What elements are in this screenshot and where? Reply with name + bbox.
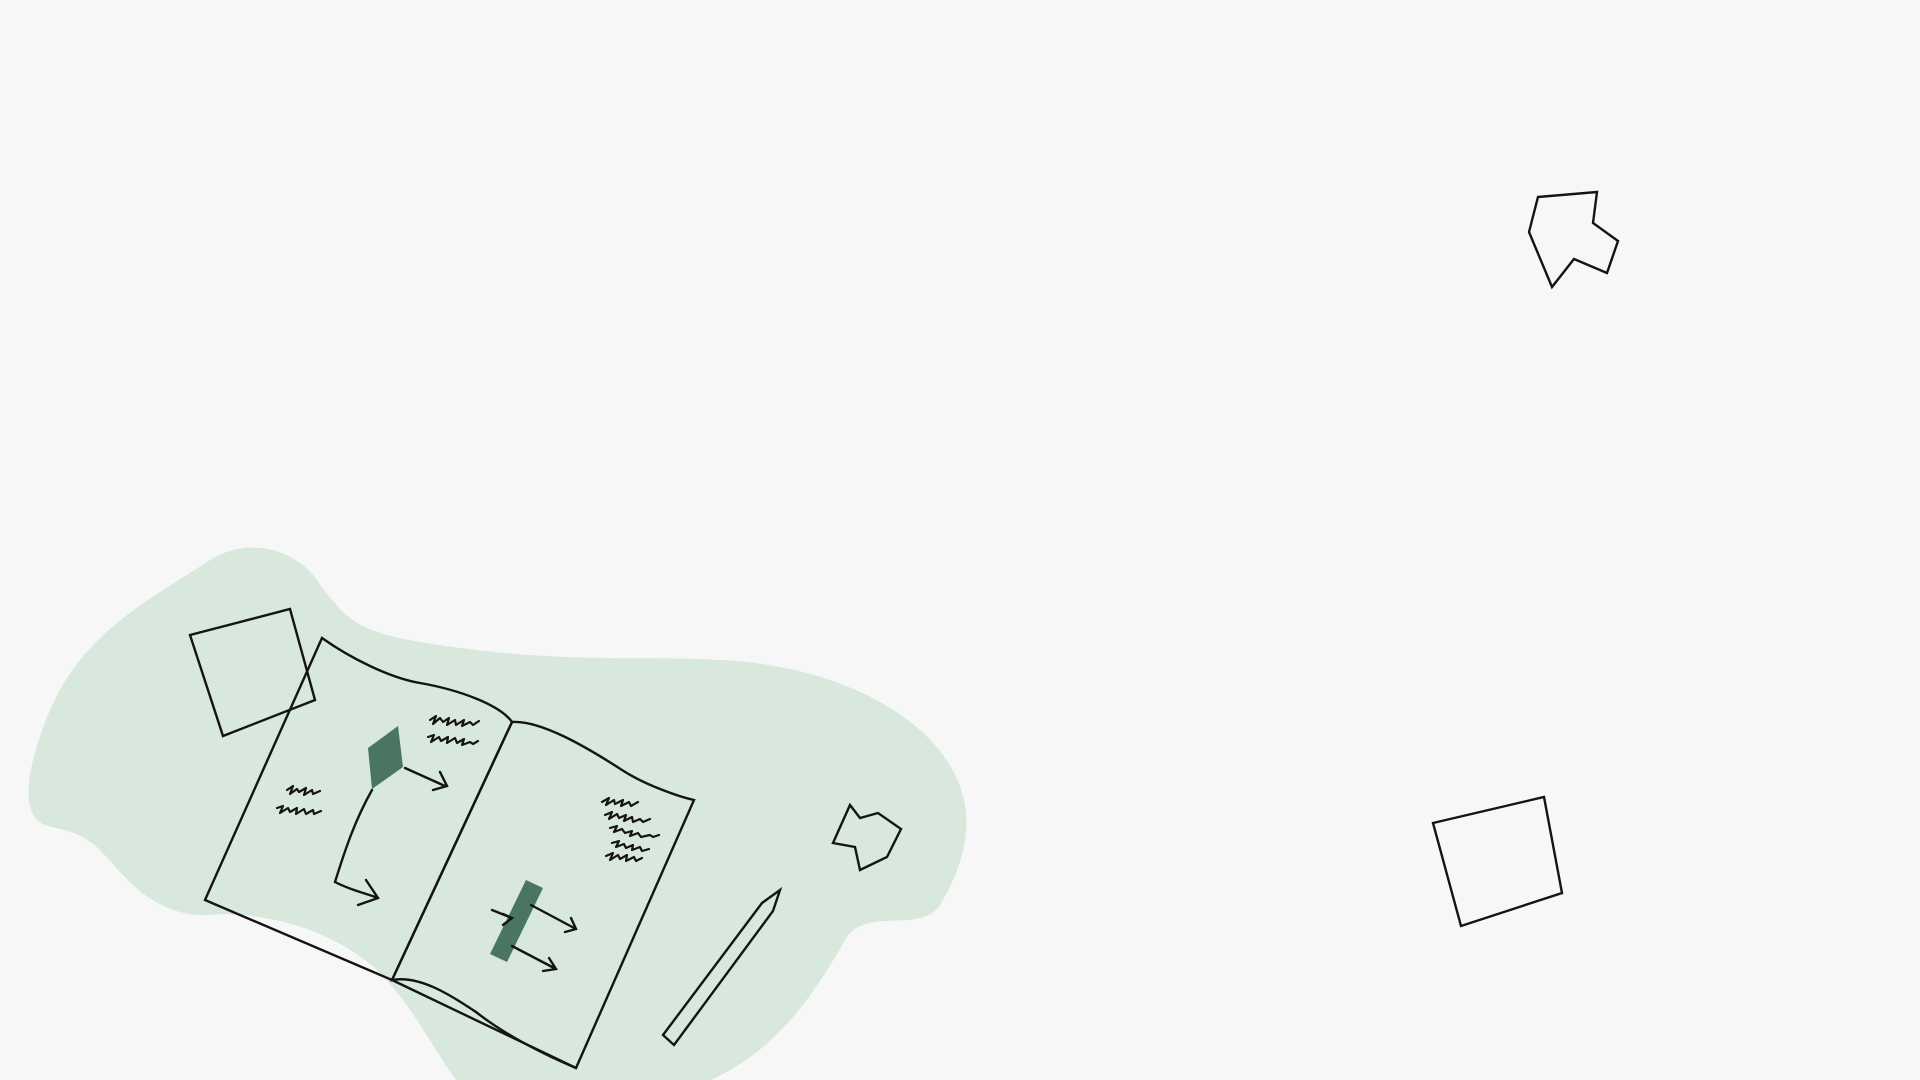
illustration-canvas	[0, 0, 1920, 1080]
illustration-page: { "colors": { "background": "#f7f7f7", "…	[0, 0, 1920, 1080]
